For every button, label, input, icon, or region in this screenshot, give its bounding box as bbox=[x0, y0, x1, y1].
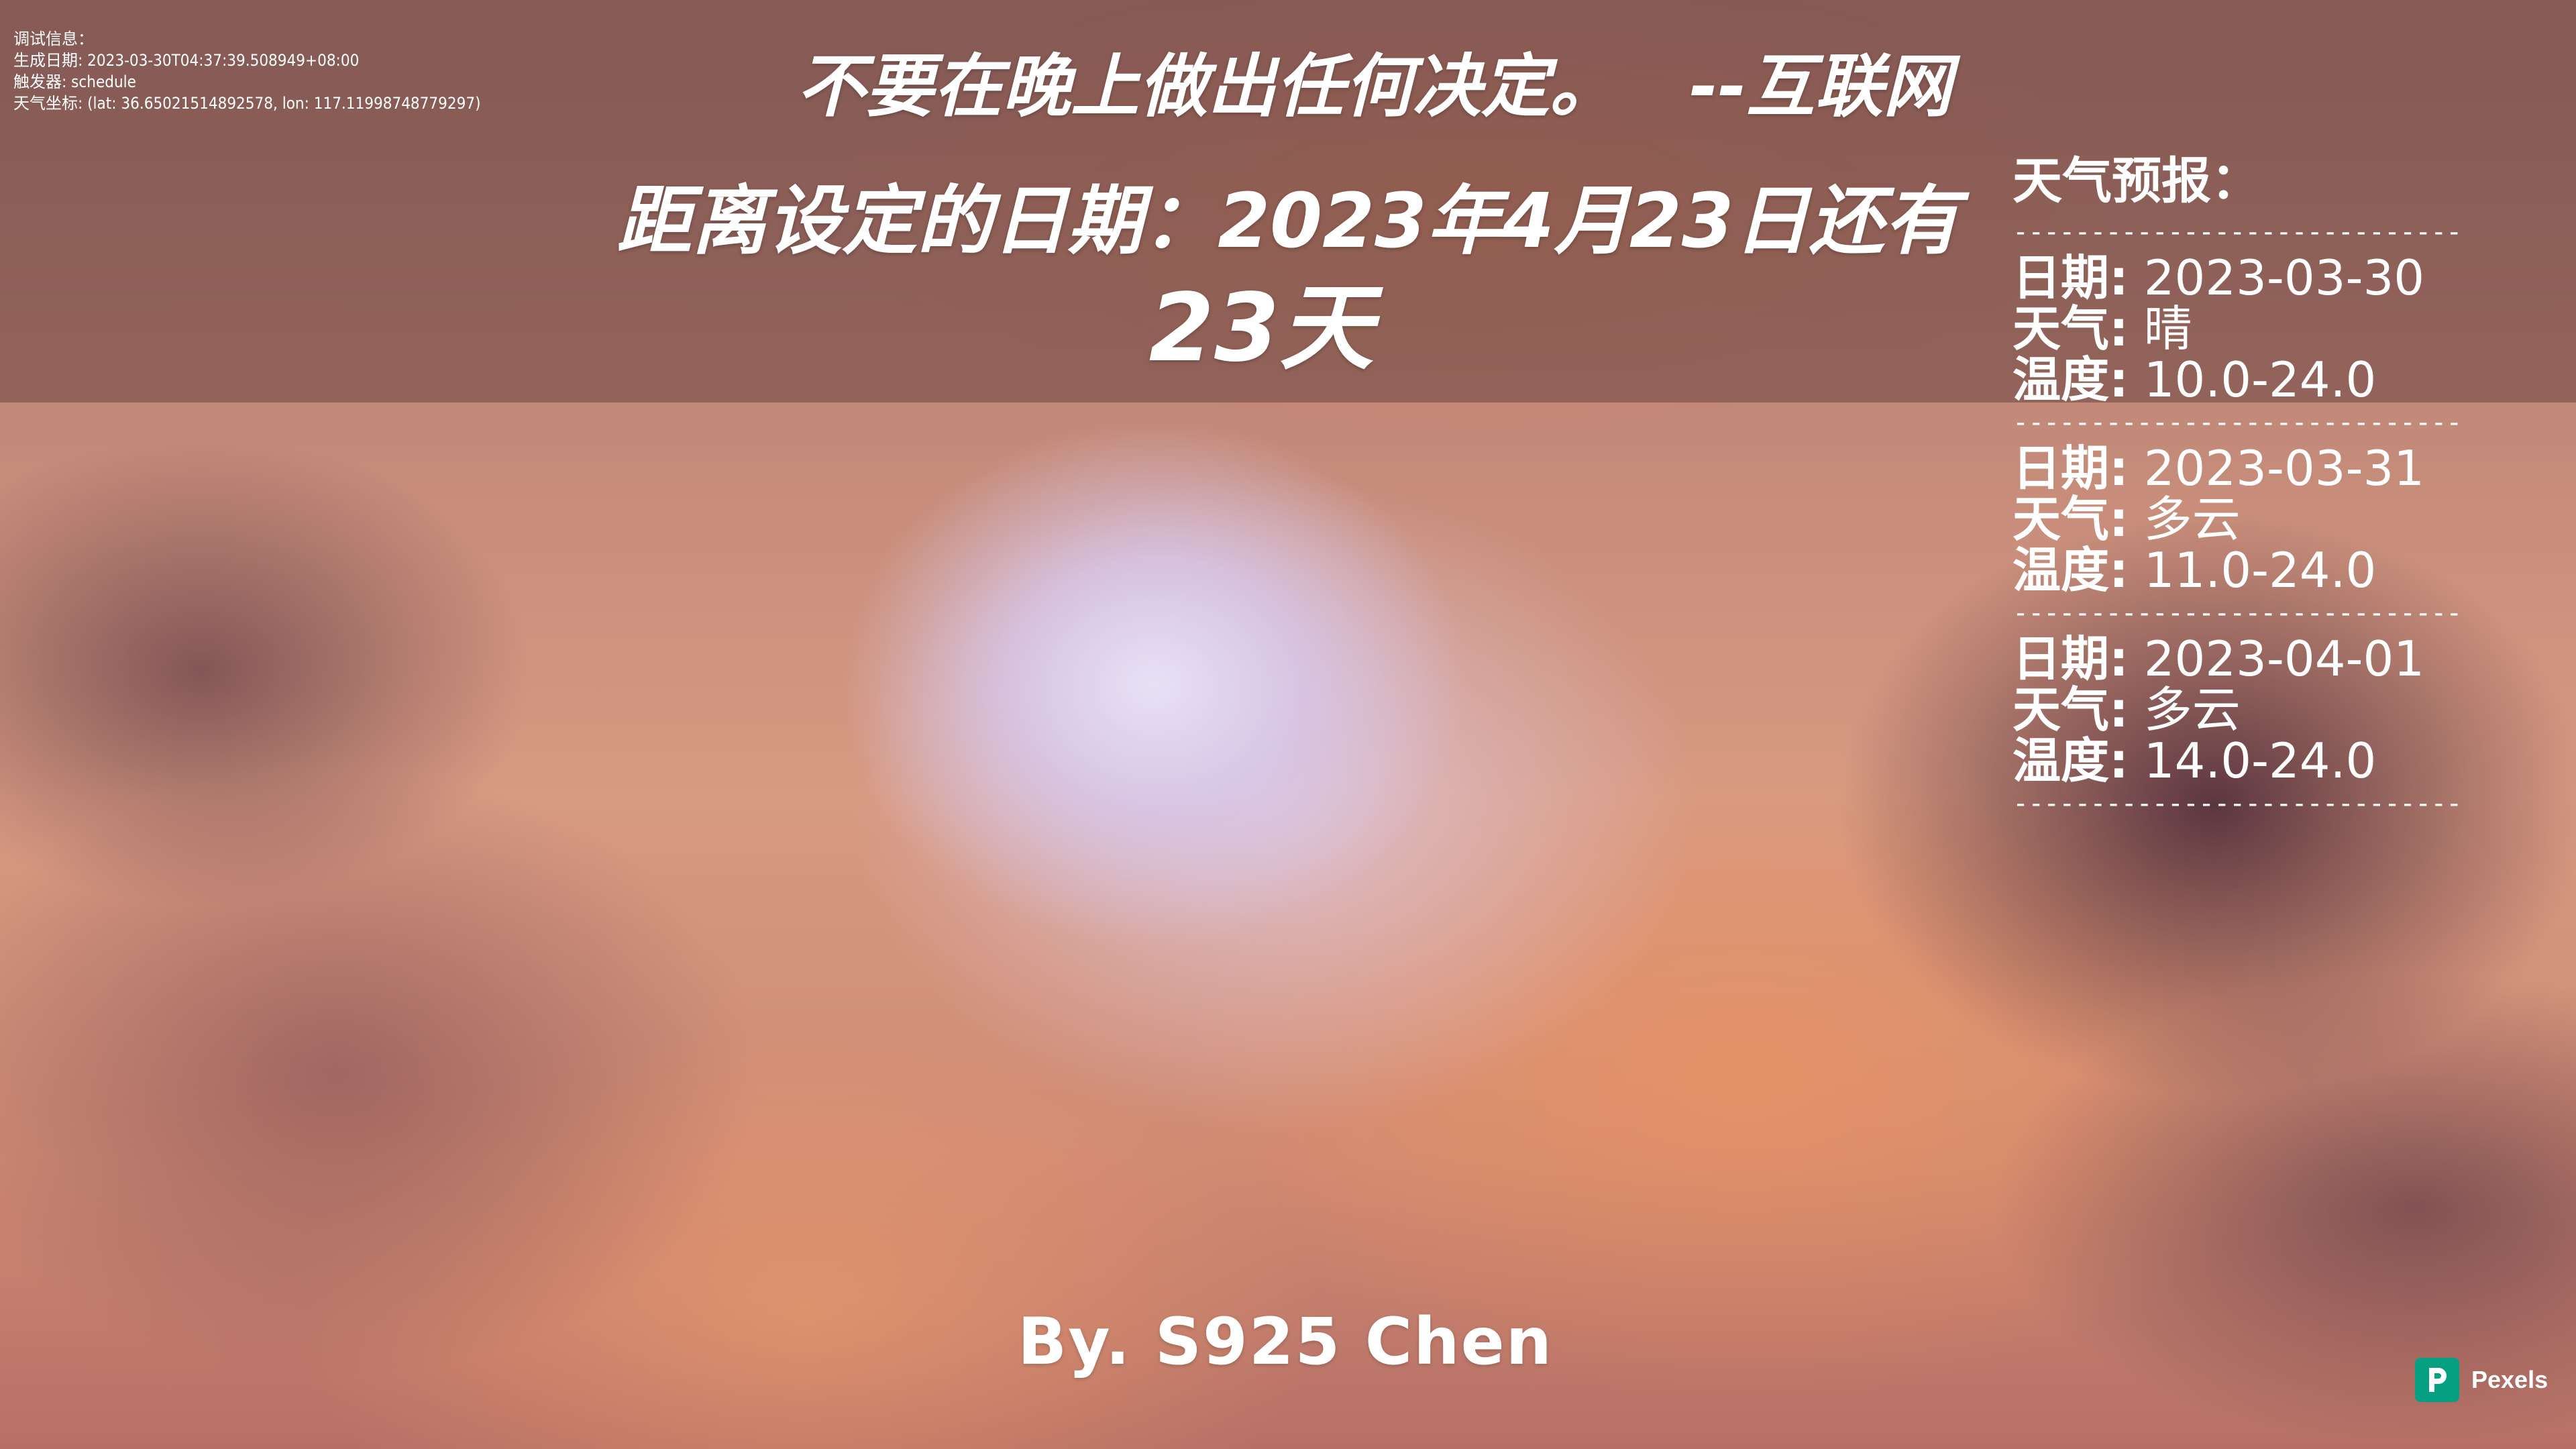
weather-label: 天气: bbox=[2012, 301, 2129, 357]
quote: 不要在晚上做出任何决定。 --互联网 bbox=[797, 40, 1951, 134]
temp-label: 温度: bbox=[2012, 352, 2129, 408]
forecast-date-row: 日期: 2023-03-31 bbox=[2012, 443, 2509, 494]
forecast-divider: ----------------------------- bbox=[2012, 408, 2462, 437]
forecast-weather-row: 天气: 多云 bbox=[2012, 494, 2509, 545]
temp-value: 11.0-24.0 bbox=[2143, 542, 2377, 598]
debug-info: 调试信息： 生成日期: 2023-03-30T04:37:39.508949+0… bbox=[13, 28, 481, 114]
temp-label: 温度: bbox=[2012, 733, 2129, 789]
forecast-temp-row: 温度: 10.0-24.0 bbox=[2012, 354, 2509, 405]
pexels-label: Pexels bbox=[2471, 1366, 2548, 1393]
forecast-date-row: 日期: 2023-04-01 bbox=[2012, 633, 2509, 684]
debug-weather-coords: 天气坐标: (lat: 36.65021514892578, lon: 117.… bbox=[13, 94, 481, 113]
date-value: 2023-03-31 bbox=[2143, 440, 2425, 496]
pexels-p-icon bbox=[2429, 1368, 2447, 1392]
forecast-date-row: 日期: 2023-03-30 bbox=[2012, 252, 2509, 303]
date-value: 2023-04-01 bbox=[2143, 631, 2425, 687]
temp-label: 温度: bbox=[2012, 542, 2129, 598]
pexels-logo-icon bbox=[2415, 1358, 2459, 1402]
date-label: 日期: bbox=[2012, 440, 2129, 496]
date-label: 日期: bbox=[2012, 631, 2129, 687]
weather-value: 多云 bbox=[2143, 682, 2241, 738]
debug-title: 调试信息： bbox=[13, 30, 94, 48]
forecast-day: 日期: 2023-03-31 天气: 多云 温度: 11.0-24.0 bbox=[2012, 443, 2509, 596]
temp-value: 14.0-24.0 bbox=[2143, 733, 2377, 789]
date-value: 2023-03-30 bbox=[2143, 250, 2425, 306]
forecast-temp-row: 温度: 14.0-24.0 bbox=[2012, 735, 2509, 786]
forecast-divider: ----------------------------- bbox=[2012, 598, 2462, 628]
weather-forecast: 天气预报： ----------------------------- 日期: … bbox=[2012, 148, 2509, 824]
quote-text: 不要在晚上做出任何决定。 bbox=[797, 47, 1618, 127]
debug-trigger: 触发器: schedule bbox=[13, 72, 136, 91]
date-label: 日期: bbox=[2012, 250, 2129, 306]
wallpaper-screen: 调试信息： 生成日期: 2023-03-30T04:37:39.508949+0… bbox=[0, 0, 2576, 1449]
debug-generated-date: 生成日期: 2023-03-30T04:37:39.508949+08:00 bbox=[13, 51, 360, 70]
pexels-watermark: Pexels bbox=[2415, 1358, 2548, 1402]
forecast-divider: ----------------------------- bbox=[2012, 789, 2462, 818]
weather-value: 晴 bbox=[2143, 301, 2192, 357]
author-credit: By. S925 Chen bbox=[1017, 1304, 1554, 1379]
quote-source: --互联网 bbox=[1689, 47, 1952, 127]
weather-value: 多云 bbox=[2143, 491, 2241, 547]
weather-label: 天气: bbox=[2012, 682, 2129, 738]
forecast-weather-row: 天气: 多云 bbox=[2012, 684, 2509, 735]
forecast-day: 日期: 2023-03-30 天气: 晴 温度: 10.0-24.0 bbox=[2012, 252, 2509, 405]
forecast-temp-row: 温度: 11.0-24.0 bbox=[2012, 545, 2509, 596]
forecast-weather-row: 天气: 晴 bbox=[2012, 303, 2509, 354]
forecast-divider: ----------------------------- bbox=[2012, 217, 2462, 247]
forecast-title: 天气预报： bbox=[2012, 152, 2261, 210]
forecast-day: 日期: 2023-04-01 天气: 多云 温度: 14.0-24.0 bbox=[2012, 633, 2509, 786]
weather-label: 天气: bbox=[2012, 491, 2129, 547]
temp-value: 10.0-24.0 bbox=[2143, 352, 2377, 408]
